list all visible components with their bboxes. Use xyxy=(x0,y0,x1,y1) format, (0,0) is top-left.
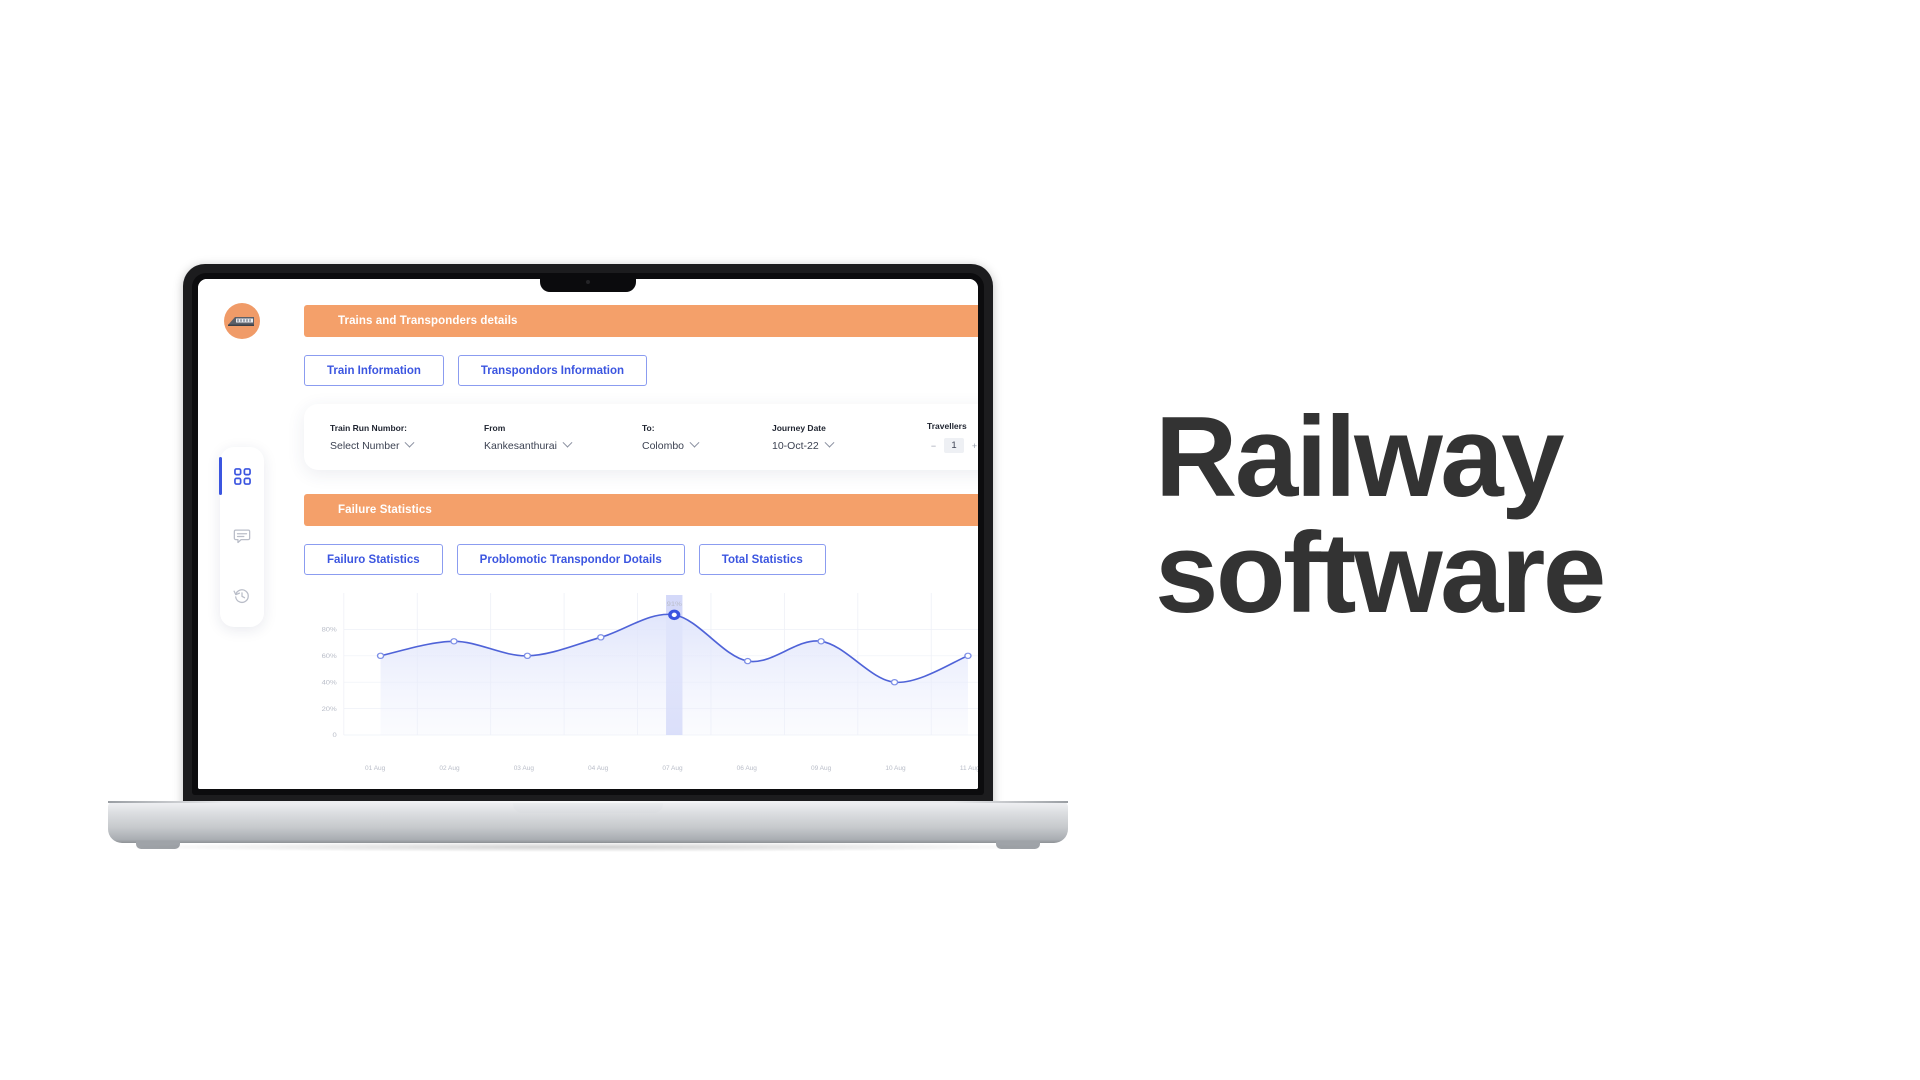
history-icon xyxy=(233,589,249,603)
trains-banner: Trains and Transponders details xyxy=(304,305,978,337)
headline-line-2: software xyxy=(1155,510,1606,638)
train-run-number-text: Select Number xyxy=(330,439,400,452)
tab-train-information-label: Train Information xyxy=(327,364,421,377)
failure-chart-svg[interactable]: 80% 60% 40% 20% 0 91% xyxy=(304,589,978,765)
chart-x-label: 06 Aug xyxy=(736,765,757,772)
chevron-down-icon xyxy=(562,437,573,448)
tab-problematic-transponder-details-label: Problomotic Transpondor Dotails xyxy=(479,553,662,566)
tab-transpondors-information-label: Transpondors Information xyxy=(480,364,625,377)
chart-x-label: 01 Aug xyxy=(365,765,386,772)
svg-text:40%: 40% xyxy=(322,680,338,686)
train-tabs: Train Information Transpondors Informati… xyxy=(304,355,978,386)
tab-transpondors-information[interactable]: Transpondors Information xyxy=(457,355,648,386)
sidebar-item-messages[interactable] xyxy=(220,523,264,549)
chart-area-fill xyxy=(380,614,968,735)
field-train-run-number[interactable]: Train Run Numbor: Select Number xyxy=(330,423,484,452)
chart-x-label: 02 Aug xyxy=(439,765,460,772)
failure-chart: 80% 60% 40% 20% 0 91% 01 Aug 02 Aug 03 A… xyxy=(304,589,978,772)
field-journey-date[interactable]: Journey Date 10-Oct-22 xyxy=(772,423,927,452)
tab-failure-statistics-label: Failuro Statistics xyxy=(327,553,420,566)
laptop-shadow xyxy=(122,842,1054,852)
filter-card: Train Run Numbor: Select Number From Kan… xyxy=(304,404,978,470)
grid-icon xyxy=(233,467,251,485)
tab-total-statistics-label: Total Statistics xyxy=(721,553,803,566)
field-to[interactable]: To: Colombo xyxy=(642,423,772,452)
sidebar-item-dashboard[interactable] xyxy=(219,457,264,495)
journey-date-text: 10-Oct-22 xyxy=(772,439,819,452)
laptop-mockup: Trains and Transponders details Train In… xyxy=(108,264,1068,864)
to-label: To: xyxy=(642,422,655,433)
svg-text:20%: 20% xyxy=(322,706,338,712)
chart-x-axis-labels: 01 Aug 02 Aug 03 Aug 04 Aug 07 Aug 06 Aug 09 A… xyxy=(304,765,978,772)
chart-y-axis-labels: 80% 60% 40% 20% 0 xyxy=(322,627,338,739)
from-value[interactable]: Kankesanthurai xyxy=(484,437,642,452)
chart-x-label: 03 Aug xyxy=(513,765,534,772)
chevron-down-icon xyxy=(689,437,700,448)
travellers-label: Travellers xyxy=(927,421,967,431)
svg-text:60%: 60% xyxy=(322,653,338,659)
chevron-down-icon xyxy=(824,437,835,448)
train-logo-icon xyxy=(228,317,254,326)
tab-failure-statistics[interactable]: Failuro Statistics xyxy=(304,544,443,575)
travellers-increment-button[interactable]: + xyxy=(968,439,978,452)
laptop-lid: Trains and Transponders details Train In… xyxy=(183,264,993,809)
laptop-screen: Trains and Transponders details Train In… xyxy=(198,279,978,789)
tab-problematic-transponder-details[interactable]: Problomotic Transpondor Dotails xyxy=(456,544,685,575)
page-root: Trains and Transponders details Train In… xyxy=(0,0,1920,1080)
app-content: Trains and Transponders details Train In… xyxy=(304,279,978,789)
trains-banner-title: Trains and Transponders details xyxy=(338,315,518,327)
failure-banner-title: Failure Statistics xyxy=(338,504,432,516)
sidebar-item-history[interactable] xyxy=(220,583,264,609)
chat-icon xyxy=(233,529,251,544)
sidebar-nav xyxy=(219,447,264,627)
page-title: Railway software xyxy=(1155,394,1795,638)
chart-x-label: 07 Aug xyxy=(662,765,683,772)
travellers-stepper[interactable]: − 1 + xyxy=(927,438,978,453)
train-run-number-label: Train Run Numbor: xyxy=(330,422,407,433)
chevron-down-icon xyxy=(405,437,415,448)
chart-highlight-label: 91% xyxy=(667,601,683,607)
field-from[interactable]: From Kankesanthurai xyxy=(484,423,642,452)
from-label: From xyxy=(484,422,506,433)
tab-total-statistics[interactable]: Total Statistics xyxy=(698,544,826,575)
travellers-count: 1 xyxy=(944,438,964,453)
train-run-number-value[interactable]: Select Number xyxy=(330,437,484,452)
to-value[interactable]: Colombo xyxy=(642,437,772,452)
headline-line-1: Railway xyxy=(1155,394,1565,521)
webcam-icon xyxy=(586,280,590,284)
laptop-base-notch xyxy=(513,801,663,813)
train-logo[interactable] xyxy=(224,303,260,339)
chart-x-label: 11 Aug xyxy=(959,765,978,772)
laptop-base xyxy=(108,801,1068,849)
chart-x-label: 10 Aug xyxy=(885,765,906,772)
chart-x-label: 04 Aug xyxy=(588,765,609,772)
journey-date-label: Journey Date xyxy=(772,422,826,433)
app-window: Trains and Transponders details Train In… xyxy=(198,279,978,789)
failure-banner: Failure Statistics xyxy=(304,494,978,526)
laptop-notch xyxy=(540,273,636,292)
field-travellers: Travellers − 1 + xyxy=(927,421,978,453)
app-sidebar xyxy=(198,279,304,789)
journey-date-value[interactable]: 10-Oct-22 xyxy=(772,437,927,452)
svg-text:0: 0 xyxy=(333,733,337,739)
to-text: Colombo xyxy=(642,439,685,452)
chart-x-label: 09 Aug xyxy=(811,765,832,772)
failure-tabs: Failuro Statistics Problomotic Transpond… xyxy=(304,544,978,575)
from-text: Kankesanthurai xyxy=(484,439,557,452)
svg-text:80%: 80% xyxy=(322,627,338,633)
travellers-decrement-button[interactable]: − xyxy=(927,439,940,452)
tab-train-information[interactable]: Train Information xyxy=(304,355,444,386)
